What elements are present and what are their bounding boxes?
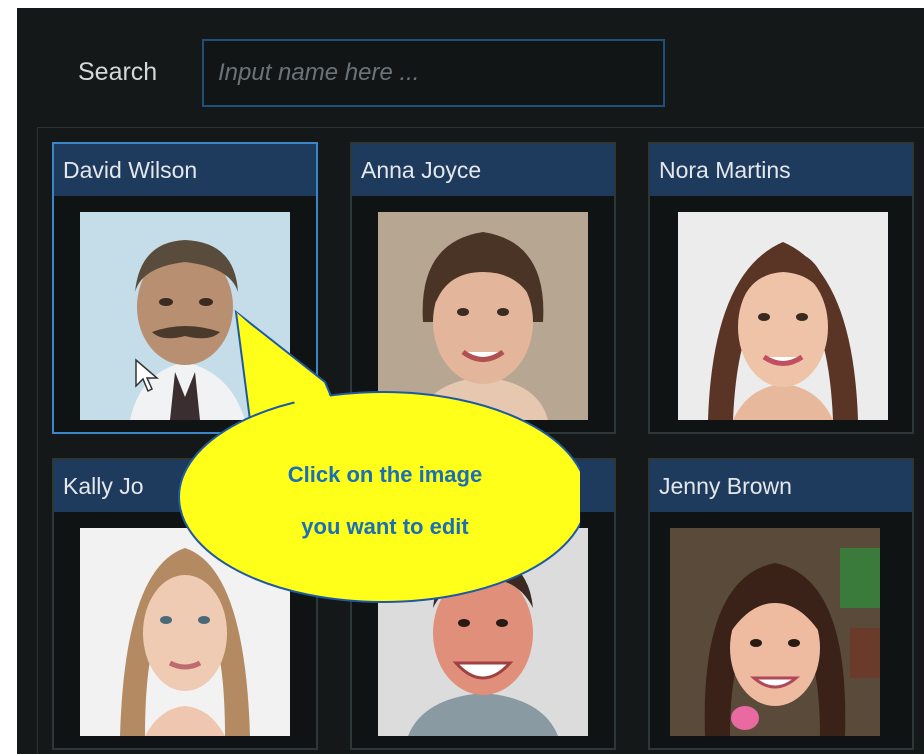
face-card-name: Anna Joyce xyxy=(352,144,614,196)
face-photo-image xyxy=(378,528,588,736)
face-card-2-2[interactable] xyxy=(350,458,616,750)
face-card-jenny-brown[interactable]: Jenny Brown xyxy=(648,458,914,750)
mouse-cursor-icon xyxy=(135,358,160,393)
face-card-david-wilson[interactable]: David Wilson xyxy=(52,142,318,434)
face-card-name: Jenny Brown xyxy=(650,460,912,512)
face-card-nora-martins[interactable]: Nora Martins xyxy=(648,142,914,434)
face-card-anna-joyce[interactable]: Anna Joyce xyxy=(350,142,616,434)
face-photo[interactable] xyxy=(378,528,588,736)
face-card-name: David Wilson xyxy=(54,144,316,196)
face-photo-image xyxy=(670,528,880,736)
face-photo-image xyxy=(378,212,588,420)
face-card-kally[interactable]: Kally Jo xyxy=(52,458,318,750)
face-photo[interactable] xyxy=(80,528,290,736)
face-photo-image xyxy=(678,212,888,420)
face-card-name: Nora Martins xyxy=(650,144,912,196)
search-input[interactable] xyxy=(202,39,665,107)
face-photo[interactable] xyxy=(378,212,588,420)
face-photo[interactable] xyxy=(80,212,290,420)
face-photo-image xyxy=(80,528,290,736)
face-photo-image xyxy=(80,212,290,420)
face-photo[interactable] xyxy=(670,528,880,736)
search-label: Search xyxy=(78,58,158,86)
callout-text-line1: Click on the image xyxy=(287,462,483,487)
face-photo[interactable] xyxy=(678,212,888,420)
callout-text-line2: you want to edit xyxy=(301,514,469,539)
